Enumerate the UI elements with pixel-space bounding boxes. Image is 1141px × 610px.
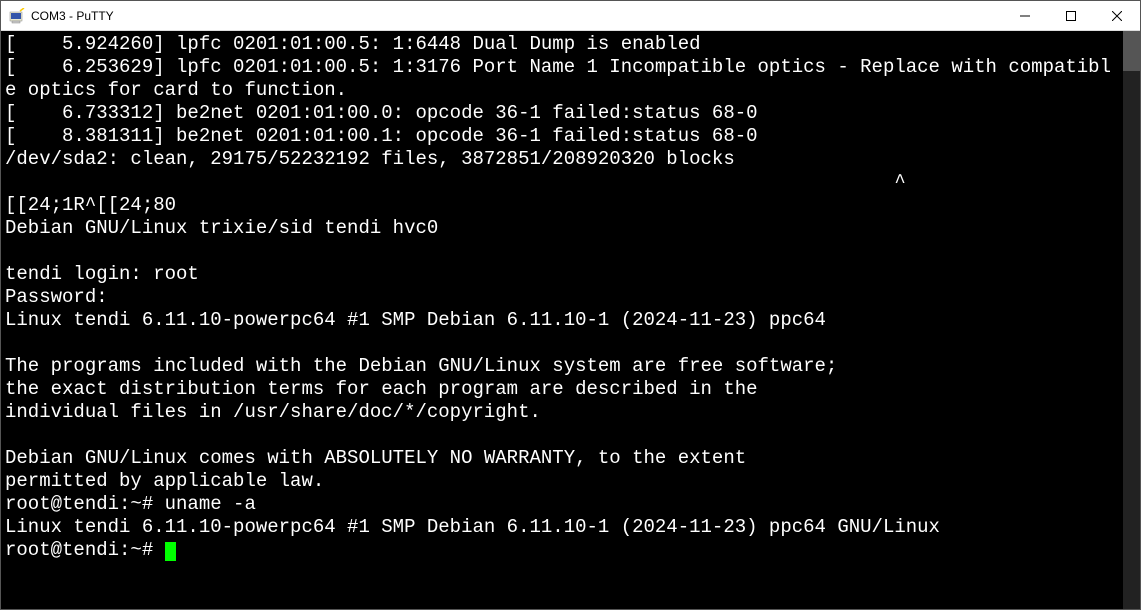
terminal-container: [ 5.924260] lpfc 0201:01:00.5: 1:6448 Du… [1, 31, 1140, 609]
minimize-button[interactable] [1002, 1, 1048, 30]
cursor [165, 542, 176, 561]
window-controls [1002, 1, 1140, 30]
terminal[interactable]: [ 5.924260] lpfc 0201:01:00.5: 1:6448 Du… [1, 31, 1123, 609]
putty-icon [9, 8, 25, 24]
scrollbar[interactable] [1123, 31, 1140, 609]
scrollbar-thumb[interactable] [1123, 31, 1140, 71]
close-button[interactable] [1094, 1, 1140, 30]
maximize-button[interactable] [1048, 1, 1094, 30]
titlebar[interactable]: COM3 - PuTTY [1, 1, 1140, 31]
window-title: COM3 - PuTTY [31, 9, 1002, 23]
